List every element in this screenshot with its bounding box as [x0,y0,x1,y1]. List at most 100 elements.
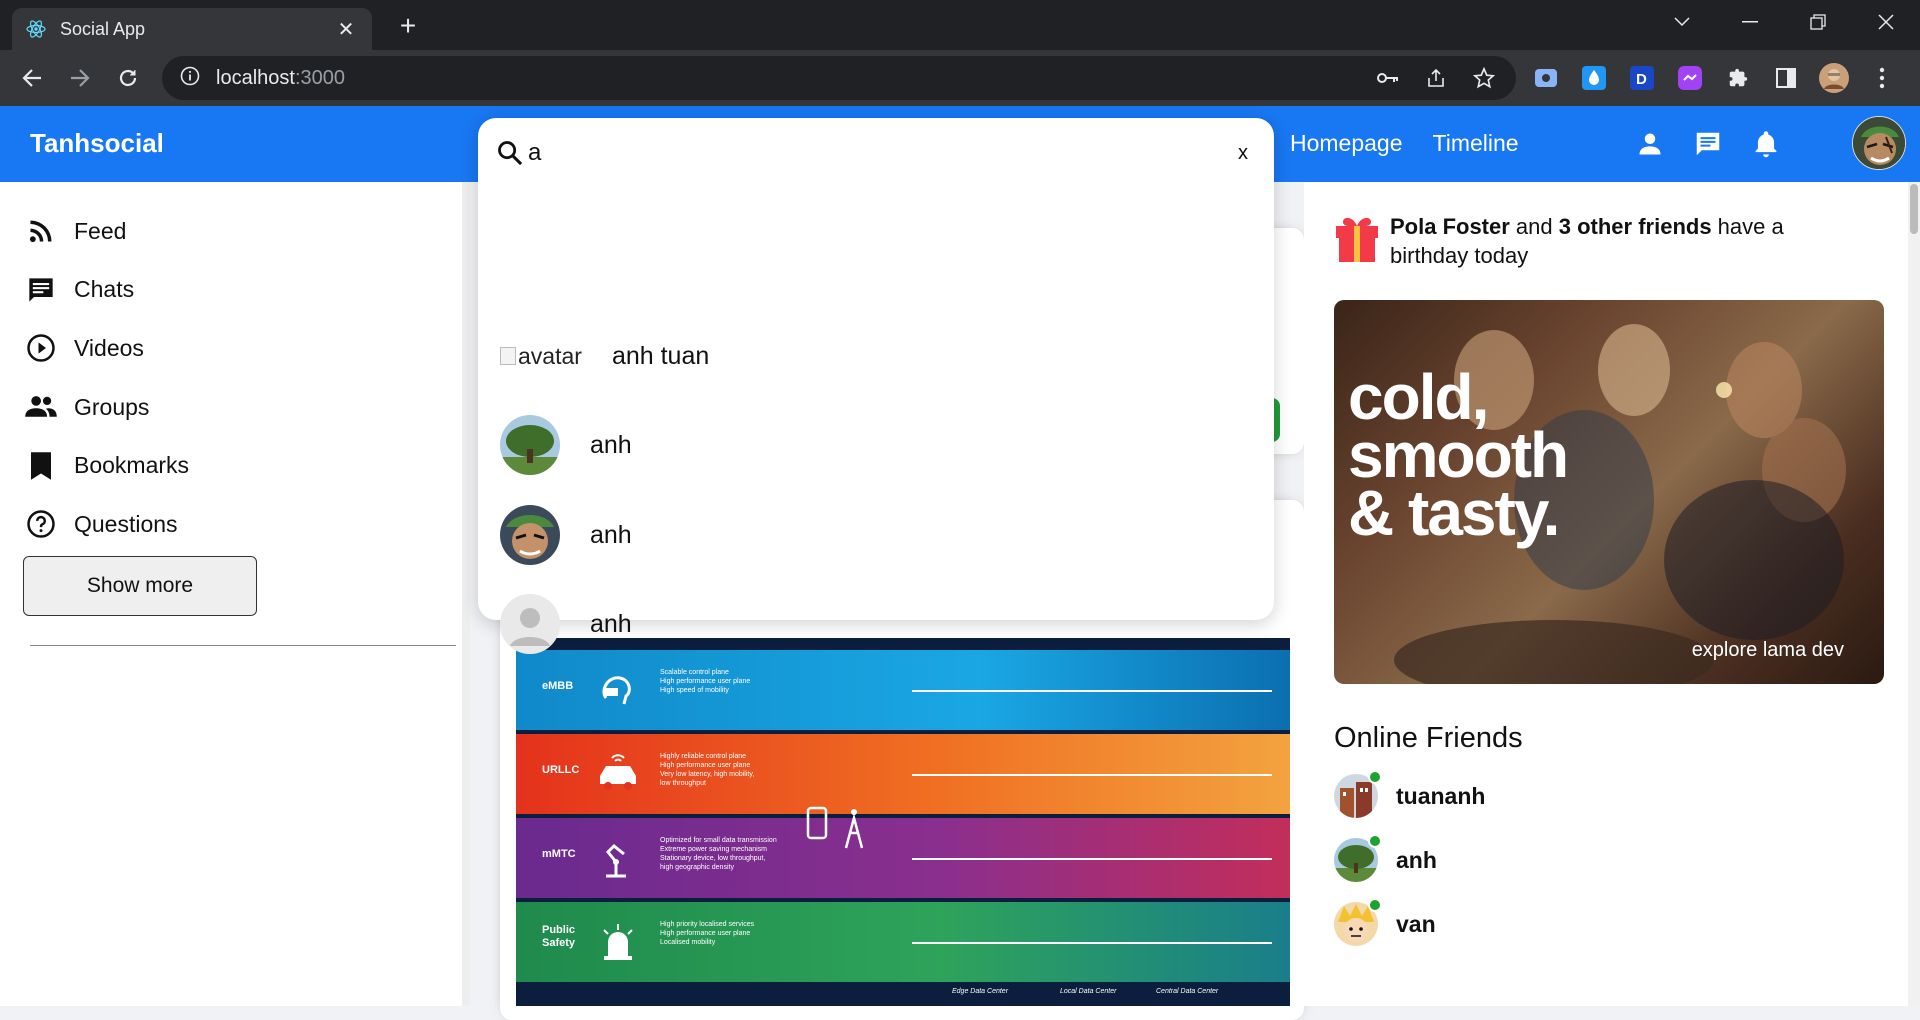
search-bar: x [494,130,1258,176]
timeline-link[interactable]: Timeline [1433,130,1519,157]
window-controls [1648,0,1920,44]
bookmark-icon [24,449,58,483]
band-description: Highly reliable control plane High perfor… [660,752,790,788]
screen-capture-extension-icon[interactable] [1530,62,1562,94]
chat-icon[interactable] [1690,126,1726,162]
search-result-item[interactable]: anh [500,593,632,655]
restore-icon[interactable] [1784,0,1852,44]
sidebar-item-questions[interactable]: Questions [24,495,466,554]
address-bar[interactable]: localhost:3000 [162,56,1516,100]
browser-toolbar: localhost:3000 D [0,50,1920,106]
band-line: Scalable control plane [660,669,729,676]
online-friend-item[interactable]: van [1334,898,1436,946]
puzzle-extensions-icon[interactable] [1722,62,1754,94]
band-line: High performance user plane [660,678,751,685]
broken-avatar-image: avatar [500,343,582,370]
person-icon[interactable] [1632,126,1668,162]
sidebar-menu: Feed Chats Videos Groups Bookmarks Quest… [0,182,466,554]
mmtc-band: mMTC Optimized for small data transmissi… [516,818,1290,898]
post-image[interactable]: eMBB Scalable control plane High performa… [516,638,1290,1006]
bookmark-star-icon[interactable] [1470,64,1498,92]
birthday-notice: Pola Foster and 3 other friends have a b… [1334,212,1814,270]
sidebar-edge [462,182,470,1006]
band-line: low throughput [660,780,706,787]
sidebar-item-label: Chats [74,276,135,303]
sidebar-item-groups[interactable]: Groups [24,378,466,437]
search-result-item[interactable]: anh [500,504,632,566]
topbar-links: Homepage Timeline [1290,130,1519,157]
band-line: High performance user plane [660,930,751,937]
left-sidebar: Feed Chats Videos Groups Bookmarks Quest… [0,182,466,1006]
public-safety-band: Public Safety High priority localised se… [516,902,1290,982]
user-avatar[interactable] [1852,116,1906,170]
water-drop-extension-icon[interactable] [1578,62,1610,94]
online-friend-item[interactable]: anh [1334,834,1437,882]
scrollbar-thumb[interactable] [1910,184,1918,234]
ad-heading: cold, smooth & tasty. [1348,365,1569,549]
close-window-icon[interactable] [1852,0,1920,44]
datacenter-label: Edge Data Center [952,988,1009,995]
browser-tab[interactable]: Social App ✕ [12,8,372,50]
sidebar-item-videos[interactable]: Videos [24,319,466,378]
birthday-others[interactable]: 3 other friends [1559,214,1712,239]
friend-name: anh [1396,846,1437,873]
band-connector [912,942,1272,944]
band-line: High performance user plane [660,762,751,769]
search-result-item[interactable]: anh [500,414,632,476]
url-text[interactable]: localhost:3000 [216,67,1354,90]
site-info-icon[interactable] [180,66,200,91]
sidebar-item-chats[interactable]: Chats [24,261,466,320]
sidebar-item-bookmarks[interactable]: Bookmarks [24,436,466,495]
search-result-item[interactable]: avatar anh tuan [500,325,709,387]
rss-feed-icon [24,214,58,248]
search-icon [494,137,526,169]
forward-icon[interactable] [66,64,94,92]
band-line: High speed of mobility [660,687,729,694]
band-line: Highly reliable control plane [660,753,746,760]
sidebar-item-label: Questions [74,510,178,537]
app-logo[interactable]: Tanhsocial [30,128,164,159]
browser-tab-strip: Social App ✕ + [0,0,1920,50]
sidebar-item-label: Feed [74,217,127,244]
chrome-menu-icon[interactable] [1866,62,1898,94]
page-scrollbar[interactable] [1908,182,1920,1006]
friend-name: van [1396,910,1436,937]
band-label: mMTC [542,848,576,860]
topbar-icons [1632,126,1784,162]
birthday-name[interactable]: Pola Foster [1390,214,1510,239]
ad-heading-line: & tasty. [1348,477,1560,549]
avatar-alt-text: avatar [518,342,582,369]
group-icon [24,390,58,424]
ad-footer: explore lama dev [1691,639,1844,661]
band-line: Optimized for small data transmission [660,837,777,844]
show-more-button[interactable]: Show more [23,556,257,616]
play-circle-icon [24,331,58,365]
new-tab-icon[interactable]: + [392,12,424,44]
embb-band: eMBB Scalable control plane High performa… [516,650,1290,730]
purple-extension-icon[interactable] [1674,62,1706,94]
back-icon[interactable] [18,64,46,92]
reload-icon[interactable] [114,64,142,92]
advertisement-image[interactable]: cold, smooth & tasty. explore lama dev [1334,300,1884,684]
tab-title: Social App [60,18,146,39]
tab-search-icon[interactable] [1648,0,1716,44]
homepage-link[interactable]: Homepage [1290,130,1403,157]
search-input[interactable] [528,136,1228,170]
online-friend-item[interactable]: tuananh [1334,770,1485,818]
online-friends-title: Online Friends [1334,722,1523,754]
chat-icon [24,273,58,307]
antenna-icon [806,806,864,849]
key-icon[interactable] [1374,64,1402,92]
side-panel-icon[interactable] [1770,62,1802,94]
band-line: High priority localised services [660,921,755,928]
sidebar-item-feed[interactable]: Feed [24,202,466,261]
tab-close-icon[interactable]: ✕ [334,17,358,42]
clear-search-button[interactable]: x [1228,142,1258,165]
d-extension-icon[interactable]: D [1626,62,1658,94]
profile-avatar[interactable] [1818,62,1850,94]
band-line: Very low latency, high mobility, [660,771,755,778]
minimize-icon[interactable] [1716,0,1784,44]
notification-bell-icon[interactable] [1748,126,1784,162]
band-connector [912,774,1272,776]
share-icon[interactable] [1422,64,1450,92]
